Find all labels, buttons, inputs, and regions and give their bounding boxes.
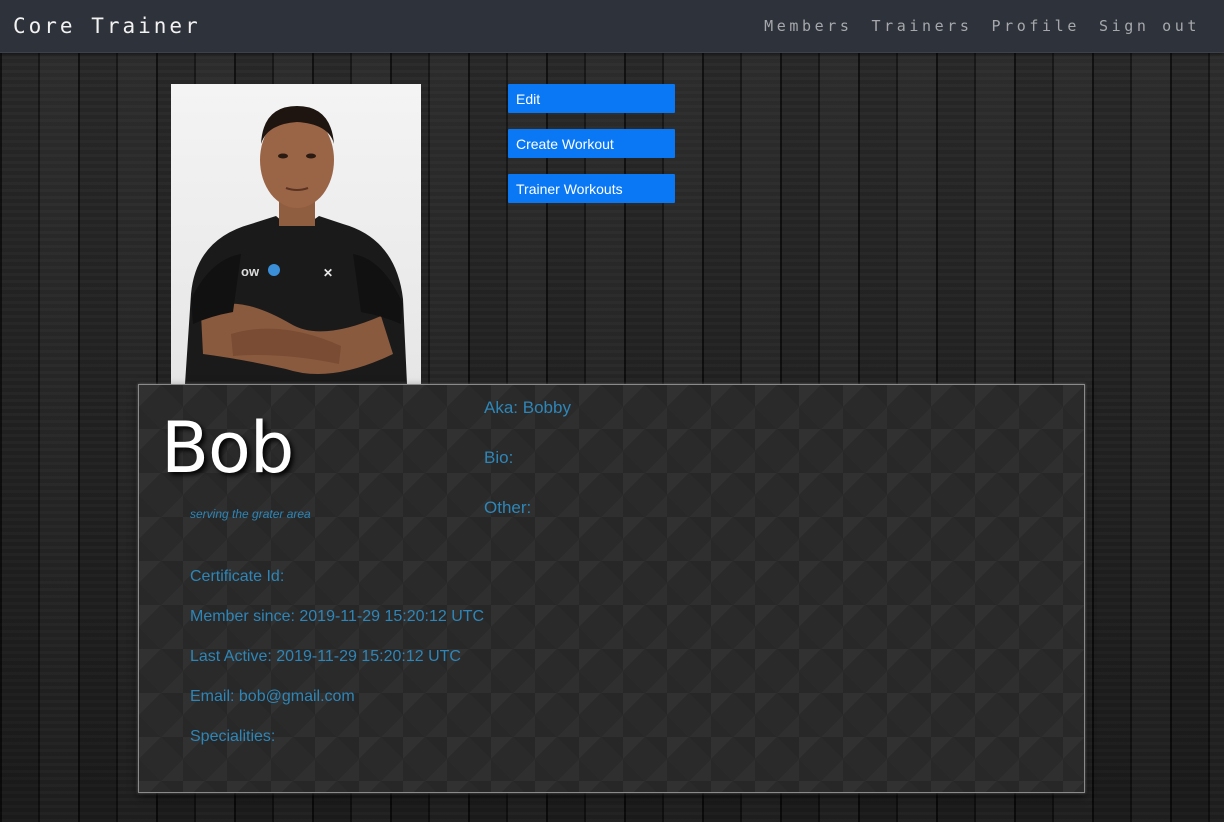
member-since: Member since: 2019-11-29 15:20:12 UTC bbox=[190, 608, 485, 625]
aka: Aka: Bobby bbox=[484, 398, 571, 417]
email: Email: bob@gmail.com bbox=[190, 688, 355, 705]
brand-logo[interactable]: Core Trainer bbox=[13, 14, 201, 38]
trainer-tagline: serving the grater area bbox=[190, 507, 311, 521]
nav-links: Members Trainers Profile Sign out bbox=[764, 17, 1200, 35]
trainer-profile-photo: ow ✕ bbox=[171, 84, 421, 384]
bio: Bio: bbox=[484, 448, 514, 467]
create-workout-button[interactable]: Create Workout bbox=[508, 129, 675, 158]
nav-sign-out-link[interactable]: Sign out bbox=[1099, 17, 1200, 35]
other: Other: bbox=[484, 498, 532, 517]
trainer-workouts-button[interactable]: Trainer Workouts bbox=[508, 174, 675, 203]
trainer-name: Bob bbox=[161, 407, 294, 489]
nav-profile-link[interactable]: Profile bbox=[992, 17, 1080, 35]
svg-text:✕: ✕ bbox=[323, 266, 333, 280]
certificate-id: Certificate Id: bbox=[190, 568, 285, 585]
profile-card: Bob serving the grater area Certificate … bbox=[138, 384, 1085, 793]
nav-members-link[interactable]: Members bbox=[764, 17, 852, 35]
edit-profile-button[interactable]: Edit bbox=[508, 84, 675, 113]
nav-trainers-link[interactable]: Trainers bbox=[871, 17, 972, 35]
top-navbar: Core Trainer Members Trainers Profile Si… bbox=[0, 0, 1224, 53]
last-active: Last Active: 2019-11-29 15:20:12 UTC bbox=[190, 648, 461, 665]
trainer-portrait-image: ow ✕ bbox=[185, 106, 407, 384]
specialities: Specialities: bbox=[190, 728, 276, 745]
svg-text:ow: ow bbox=[241, 264, 260, 279]
